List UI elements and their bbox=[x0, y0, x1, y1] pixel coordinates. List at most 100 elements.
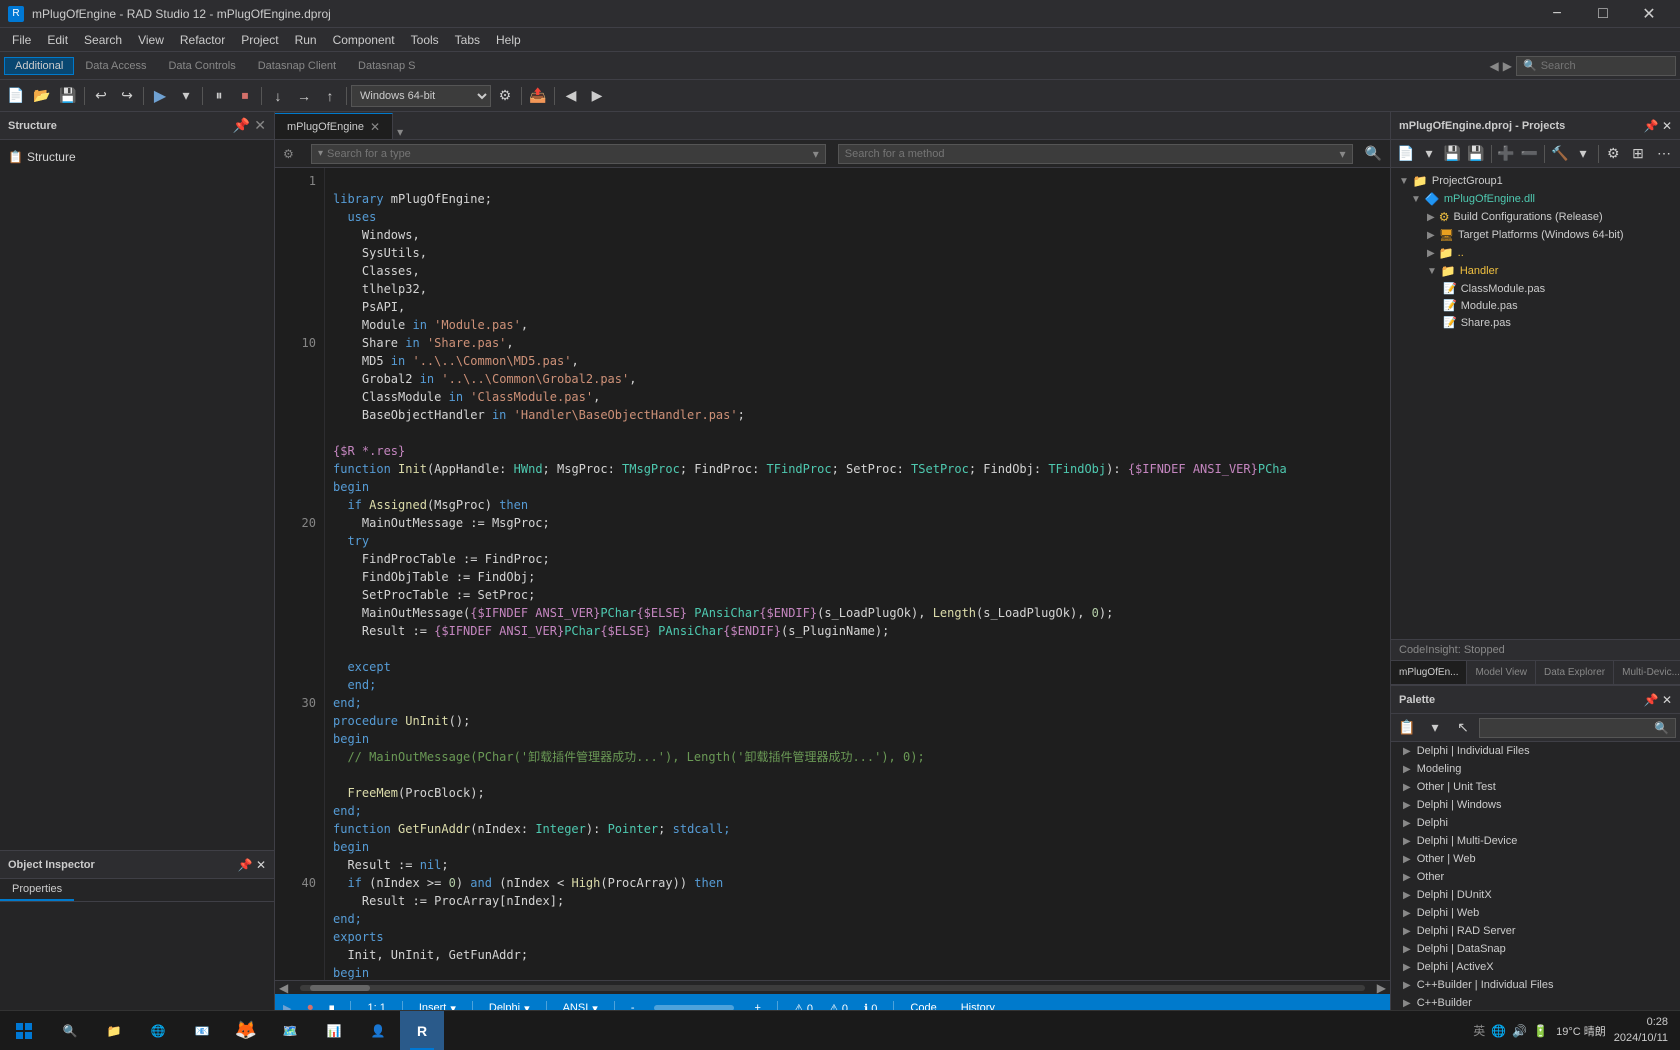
proj-save-all[interactable]: 💾 bbox=[1465, 143, 1486, 165]
scroll-right-btn[interactable]: ▶ bbox=[1373, 981, 1390, 995]
palette-expand-icon[interactable]: ▶ bbox=[1403, 836, 1411, 847]
palette-expand-icon[interactable]: ▶ bbox=[1403, 926, 1411, 937]
scroll-track[interactable] bbox=[300, 985, 1365, 991]
type-search-box[interactable]: ▾ ▾ bbox=[311, 144, 826, 164]
nav-left-icon[interactable]: ◀ bbox=[1490, 59, 1499, 73]
tab-data-controls[interactable]: Data Controls bbox=[157, 57, 246, 75]
projects-close[interactable]: ✕ bbox=[1662, 119, 1672, 133]
palette-expand-icon[interactable]: ▶ bbox=[1403, 800, 1411, 811]
platform-settings[interactable]: ⚙ bbox=[493, 85, 517, 107]
deploy-button[interactable]: 📤 bbox=[526, 85, 550, 107]
stop-button[interactable]: ⏹ bbox=[233, 85, 257, 107]
palette-search-input[interactable] bbox=[1486, 722, 1654, 734]
search-icon[interactable]: 🔍 bbox=[1365, 145, 1382, 162]
scroll-left-btn[interactable]: ◀ bbox=[275, 981, 292, 995]
tray-network[interactable]: 🌐 bbox=[1491, 1024, 1506, 1038]
proj-options[interactable]: ▾ bbox=[1572, 143, 1593, 165]
taskbar-mail[interactable]: 📧 bbox=[180, 1011, 224, 1050]
method-search-box[interactable]: ▾ bbox=[838, 144, 1353, 164]
menu-file[interactable]: File bbox=[4, 31, 39, 49]
code-content[interactable]: library mPlugOfEngine; uses Windows, Sys… bbox=[325, 168, 1390, 980]
taskbar-maps[interactable]: 🗺️ bbox=[268, 1011, 312, 1050]
ptree-handler[interactable]: ▼ 📁 Handler bbox=[1395, 262, 1676, 280]
redo-button[interactable]: ↪ bbox=[115, 85, 139, 107]
close-button[interactable]: ✕ bbox=[1626, 0, 1672, 28]
ptree-platform-expand[interactable]: ▶ bbox=[1427, 230, 1435, 241]
menu-help[interactable]: Help bbox=[488, 31, 529, 49]
palette-expand-icon[interactable]: ▶ bbox=[1403, 908, 1411, 919]
taskbar-user[interactable]: 👤 bbox=[356, 1011, 400, 1050]
minimize-button[interactable]: − bbox=[1534, 0, 1580, 28]
nav-back[interactable]: ◀ bbox=[559, 85, 583, 107]
tray-lang[interactable]: 英 bbox=[1473, 1022, 1485, 1039]
palette-delphi-individual[interactable]: ▶ Delphi | Individual Files bbox=[1391, 742, 1680, 760]
structure-pin[interactable]: 📌 bbox=[233, 117, 250, 134]
taskbar-chrome[interactable]: 🦊 bbox=[224, 1011, 268, 1050]
ptab-multi-device[interactable]: Multi-Devic... bbox=[1614, 661, 1680, 685]
palette-pin[interactable]: 📌 bbox=[1644, 693, 1659, 707]
palette-expand-icon[interactable]: ▶ bbox=[1403, 980, 1411, 991]
palette-expand-icon[interactable]: ▶ bbox=[1403, 764, 1411, 775]
ptree-platform[interactable]: ▶ 🖥 Target Platforms (Windows 64-bit) bbox=[1395, 226, 1676, 244]
editor-scrollbar-h[interactable]: ◀ ▶ bbox=[275, 980, 1390, 994]
proj-settings[interactable]: ⚙ bbox=[1603, 143, 1624, 165]
menu-run[interactable]: Run bbox=[287, 31, 325, 49]
open-button[interactable]: 📂 bbox=[30, 85, 54, 107]
menu-edit[interactable]: Edit bbox=[39, 31, 76, 49]
editor-tab-more[interactable]: ▾ bbox=[397, 125, 403, 139]
editor-tab-close[interactable]: ✕ bbox=[370, 120, 380, 134]
ptree-expand-icon[interactable]: ▼ bbox=[1399, 176, 1409, 187]
editor-tab-main[interactable]: mPlugOfEngine ✕ bbox=[275, 113, 393, 139]
nav-fwd[interactable]: ▶ bbox=[585, 85, 609, 107]
palette-expand-icon[interactable]: ▶ bbox=[1403, 818, 1411, 829]
proj-collapse[interactable]: ⊞ bbox=[1626, 143, 1650, 165]
ptree-share[interactable]: 📝 Share.pas bbox=[1395, 314, 1676, 331]
oi-tab-properties[interactable]: Properties bbox=[0, 879, 74, 901]
save-button[interactable]: 💾 bbox=[56, 85, 80, 107]
type-search-input[interactable] bbox=[327, 148, 809, 160]
taskbar-edge[interactable]: 🌐 bbox=[136, 1011, 180, 1050]
tray-clock[interactable]: 0:28 2024/10/11 bbox=[1614, 1015, 1668, 1046]
taskbar-search[interactable]: 🔍 bbox=[48, 1011, 92, 1050]
palette-other[interactable]: ▶ Other bbox=[1391, 868, 1680, 886]
palette-expand-icon[interactable]: ▶ bbox=[1403, 854, 1411, 865]
palette-other-web[interactable]: ▶ Other | Web bbox=[1391, 850, 1680, 868]
maximize-button[interactable]: □ bbox=[1580, 0, 1626, 28]
tab-additional[interactable]: Additional bbox=[4, 57, 74, 75]
tab-datasnap-s[interactable]: Datasnap S bbox=[347, 57, 426, 75]
search-box-additional[interactable]: 🔍 bbox=[1516, 56, 1676, 76]
proj-more[interactable]: ⋯ bbox=[1652, 143, 1676, 165]
palette-delphi-windows[interactable]: ▶ Delphi | Windows bbox=[1391, 796, 1680, 814]
palette-view-dropdown[interactable]: ▾ bbox=[1423, 717, 1447, 739]
ptree-build-config[interactable]: ▶ ⚙ Build Configurations (Release) bbox=[1395, 208, 1676, 226]
ptree-module[interactable]: 📝 Module.pas bbox=[1395, 297, 1676, 314]
tab-datasnap-client[interactable]: Datasnap Client bbox=[247, 57, 347, 75]
projects-pin[interactable]: 📌 bbox=[1644, 119, 1659, 133]
step-into[interactable]: ↓ bbox=[266, 85, 290, 107]
palette-expand-icon[interactable]: ▶ bbox=[1403, 782, 1411, 793]
ptree-build-expand[interactable]: ▶ bbox=[1427, 212, 1435, 223]
palette-other-unit-test[interactable]: ▶ Other | Unit Test bbox=[1391, 778, 1680, 796]
method-search-input[interactable] bbox=[845, 148, 1336, 160]
structure-close[interactable]: ✕ bbox=[254, 117, 266, 134]
menu-refactor[interactable]: Refactor bbox=[172, 31, 233, 49]
menu-search[interactable]: Search bbox=[76, 31, 130, 49]
palette-delphi-web[interactable]: ▶ Delphi | Web bbox=[1391, 904, 1680, 922]
palette-close[interactable]: ✕ bbox=[1662, 693, 1672, 707]
palette-delphi-datasnap[interactable]: ▶ Delphi | DataSnap bbox=[1391, 940, 1680, 958]
palette-delphi-dunitx[interactable]: ▶ Delphi | DUnitX bbox=[1391, 886, 1680, 904]
start-button[interactable] bbox=[0, 1011, 48, 1050]
proj-remove[interactable]: ➖ bbox=[1519, 143, 1540, 165]
palette-delphi[interactable]: ▶ Delphi bbox=[1391, 814, 1680, 832]
tray-volume[interactable]: 🔊 bbox=[1512, 1024, 1527, 1038]
type-search-go[interactable]: ▾ bbox=[813, 147, 819, 161]
taskbar-rad-studio[interactable]: R bbox=[400, 1011, 444, 1050]
run-dropdown[interactable]: ▾ bbox=[174, 85, 198, 107]
palette-modeling[interactable]: ▶ Modeling bbox=[1391, 760, 1680, 778]
code-editor[interactable]: 1 10 20 bbox=[275, 168, 1390, 980]
menu-view[interactable]: View bbox=[130, 31, 172, 49]
new-button[interactable]: 📄 bbox=[4, 85, 28, 107]
ptree-dll-expand[interactable]: ▼ bbox=[1411, 194, 1421, 205]
nav-right-icon[interactable]: ▶ bbox=[1503, 59, 1512, 73]
ptab-main[interactable]: mPlugOfEn... bbox=[1391, 661, 1467, 685]
